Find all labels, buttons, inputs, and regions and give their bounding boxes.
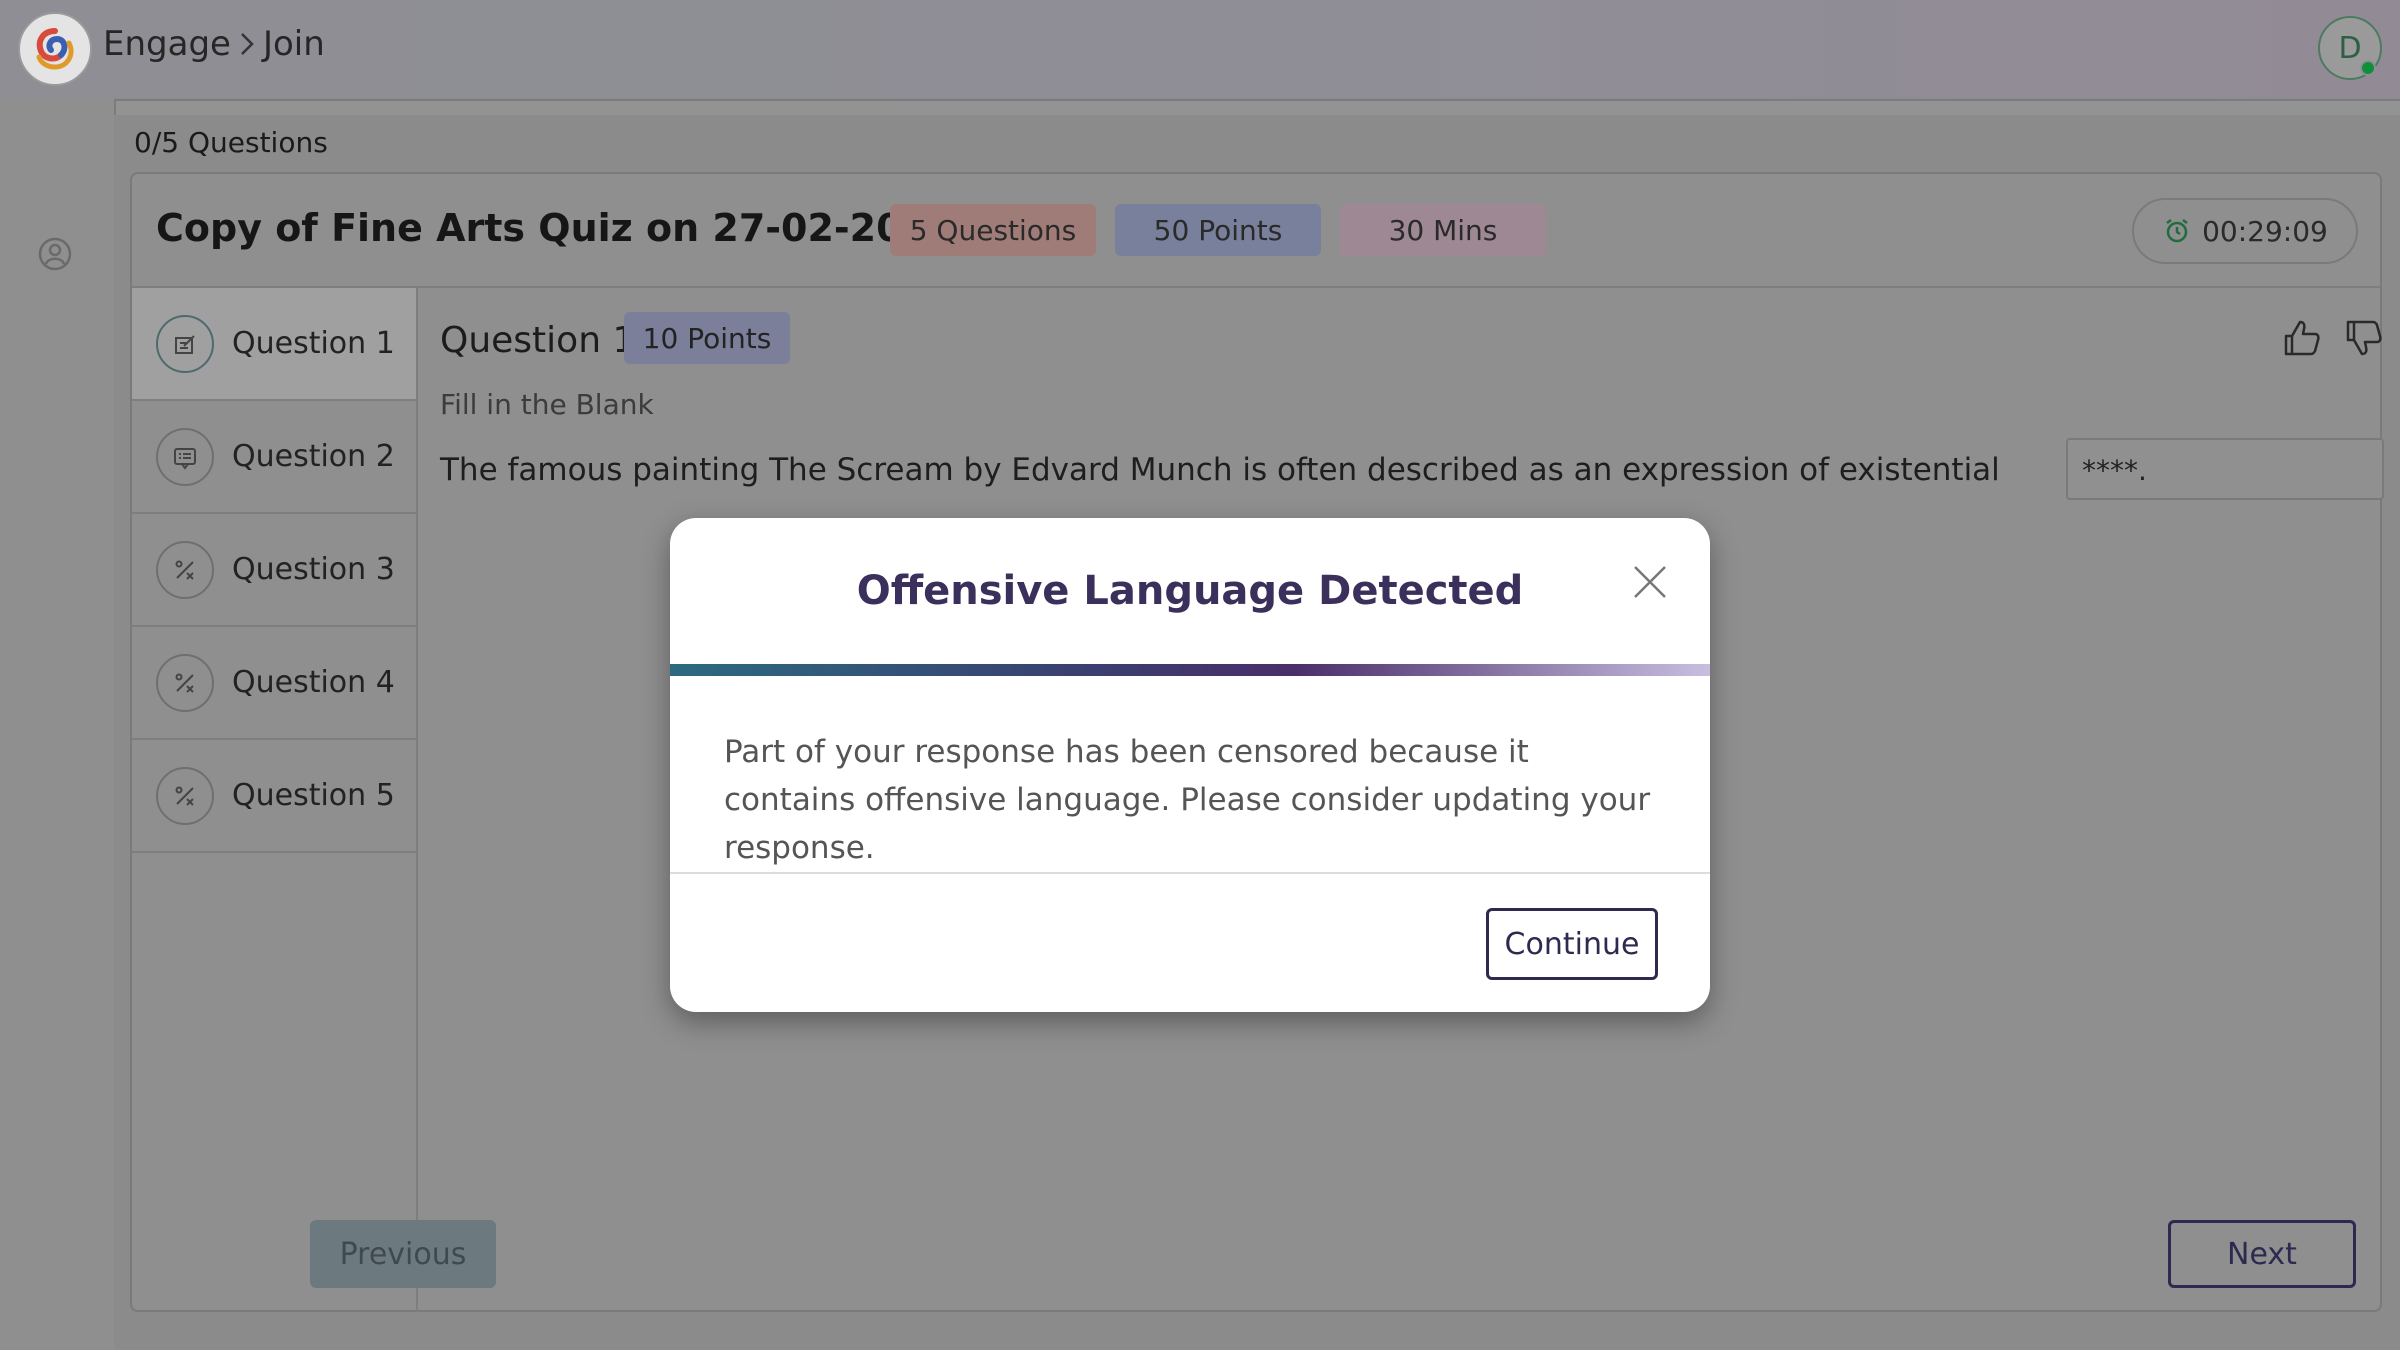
questions-count-badge: 5 Questions xyxy=(890,204,1096,256)
question-label: Question 4 xyxy=(232,665,395,700)
question-list-item-4[interactable]: Question 4 xyxy=(132,627,416,740)
logo-swirl-icon xyxy=(36,28,74,70)
question-title: Question 1 xyxy=(440,320,636,361)
app-logo[interactable] xyxy=(18,12,92,86)
profile-icon[interactable] xyxy=(37,236,73,272)
breadcrumb-engage[interactable]: Engage xyxy=(103,24,231,64)
modal-divider xyxy=(670,872,1710,874)
timer-value: 00:29:09 xyxy=(2202,214,2328,248)
percent-icon xyxy=(156,654,214,712)
next-button[interactable]: Next xyxy=(2168,1220,2356,1288)
modal-accent-bar xyxy=(670,664,1710,676)
question-points-badge: 10 Points xyxy=(624,312,790,364)
quiz-title: Copy of Fine Arts Quiz on 27-02-2025 xyxy=(156,206,956,250)
continue-button[interactable]: Continue xyxy=(1486,908,1658,980)
modal-title: Offensive Language Detected xyxy=(856,568,1524,614)
left-rail xyxy=(0,98,114,1350)
quiz-header: Copy of Fine Arts Quiz on 27-02-2025 5 Q… xyxy=(132,174,2380,288)
previous-button[interactable]: Previous xyxy=(310,1220,496,1288)
question-list-item-1[interactable]: Question 1 xyxy=(132,288,416,401)
offensive-language-modal: Offensive Language Detected Part of your… xyxy=(670,518,1710,1012)
question-label: Question 1 xyxy=(232,326,395,361)
question-list-item-5[interactable]: Question 5 xyxy=(132,740,416,853)
user-initial: D xyxy=(2338,30,2362,66)
thumbs-down-icon[interactable] xyxy=(2342,316,2386,360)
question-list-item-3[interactable]: Question 3 xyxy=(132,514,416,627)
top-bar: Engage Join D xyxy=(0,0,2400,98)
thumbs-up-icon[interactable] xyxy=(2280,316,2324,360)
blank-answer-input[interactable]: ****. xyxy=(2066,438,2384,500)
question-list: Question 1 Question 2 Question 3 Questio… xyxy=(132,288,418,1312)
question-type: Fill in the Blank xyxy=(440,388,654,421)
list-card-icon xyxy=(156,428,214,486)
alarm-clock-icon xyxy=(2166,219,2188,243)
points-total-badge: 50 Points xyxy=(1115,204,1321,256)
progress-bar xyxy=(114,99,2400,115)
question-text: The famous painting The Scream by Edvard… xyxy=(440,452,2000,488)
breadcrumb-join: Join xyxy=(262,24,325,64)
edit-note-icon xyxy=(156,315,214,373)
percent-icon xyxy=(156,767,214,825)
duration-badge: 30 Mins xyxy=(1340,204,1546,256)
breadcrumb: Engage Join xyxy=(103,24,325,64)
question-label: Question 3 xyxy=(232,552,395,587)
question-label: Question 2 xyxy=(232,439,395,474)
chevron-right-icon xyxy=(237,29,257,59)
question-list-item-2[interactable]: Question 2 xyxy=(132,401,416,514)
timer: 00:29:09 xyxy=(2132,198,2358,264)
percent-icon xyxy=(156,541,214,599)
progress-label: 0/5 Questions xyxy=(134,126,328,159)
online-status-dot xyxy=(2360,60,2376,76)
question-label: Question 5 xyxy=(232,778,395,813)
close-icon[interactable] xyxy=(1622,554,1678,610)
modal-body: Part of your response has been censored … xyxy=(724,734,1651,866)
